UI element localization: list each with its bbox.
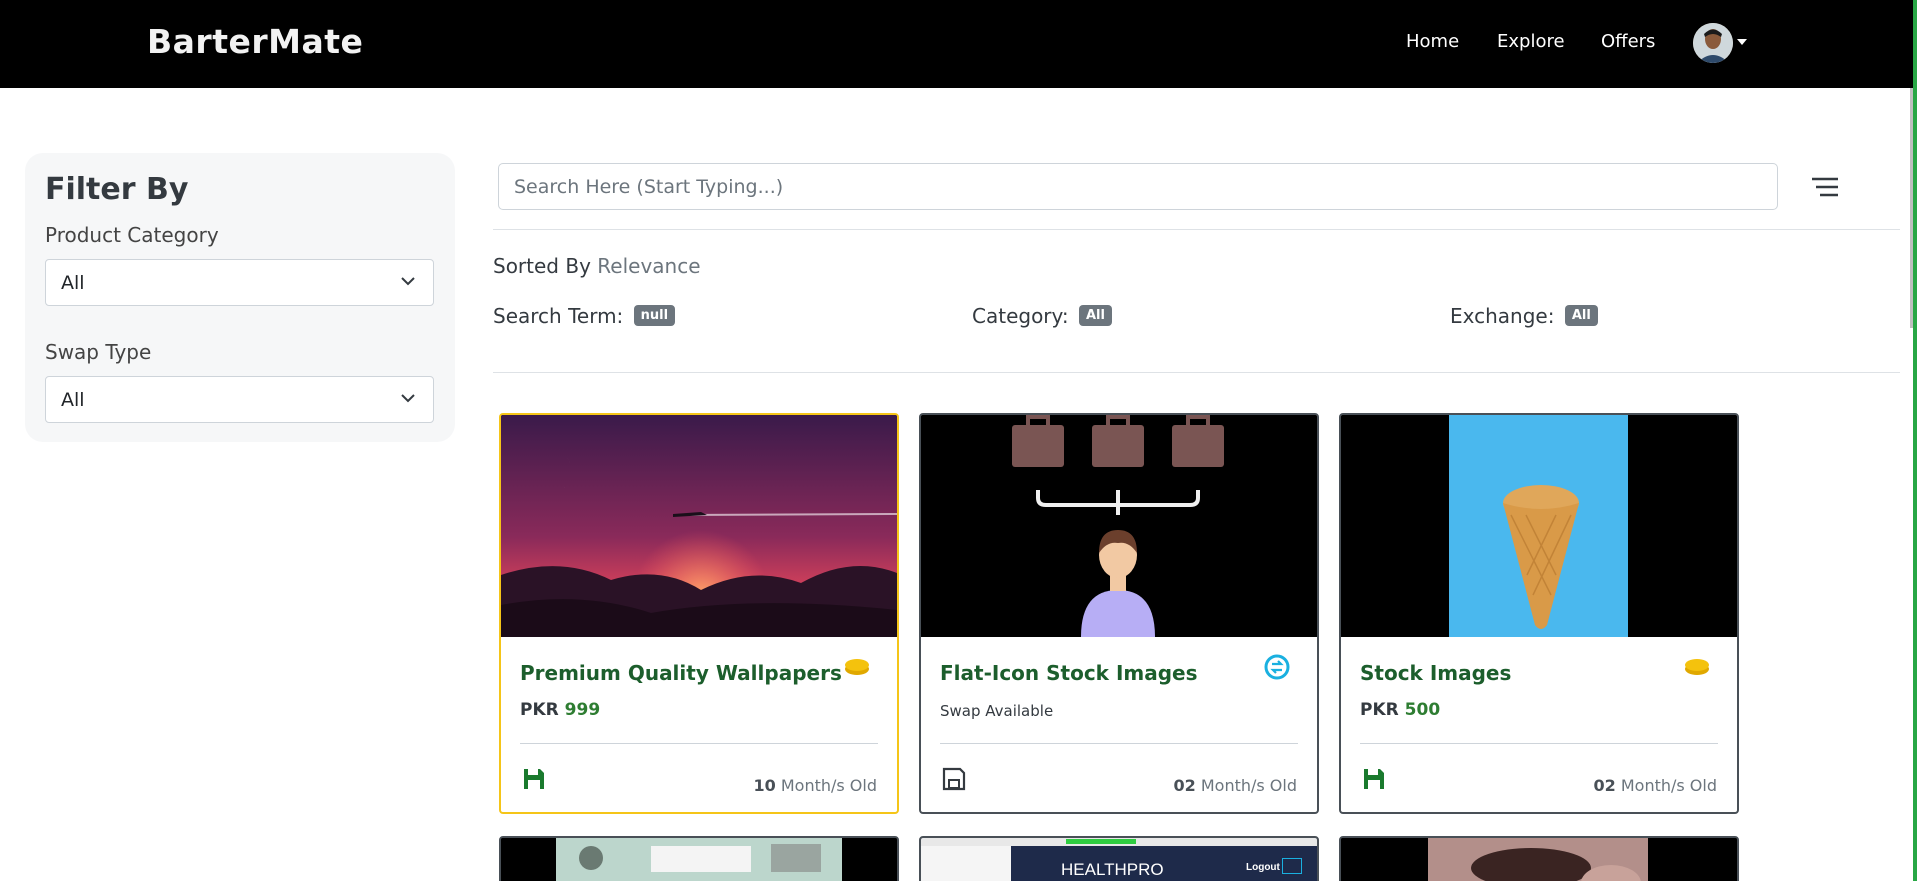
category-info: Category: All <box>972 304 1112 328</box>
divider <box>493 229 1900 230</box>
sort-value: Relevance <box>597 254 701 278</box>
save-icon[interactable] <box>522 767 546 791</box>
age-unit: Month/s Old <box>1200 776 1297 795</box>
product-age: 02 Month/s Old <box>1593 776 1717 795</box>
brand-logo[interactable]: BarterMate <box>147 22 363 61</box>
filter-title: Filter By <box>45 172 189 207</box>
product-image <box>501 838 897 881</box>
search-input[interactable]: Search Here (Start Typing...) <box>498 163 1778 210</box>
product-image <box>1341 838 1737 881</box>
price-value: 999 <box>564 700 601 720</box>
avatar-image <box>1693 23 1733 63</box>
coin-icon <box>1685 659 1709 675</box>
swap-type-label: Swap Type <box>45 340 152 364</box>
avatar[interactable] <box>1693 23 1733 63</box>
age-number: 02 <box>1593 776 1616 795</box>
card-divider <box>520 743 878 744</box>
category-badge: All <box>1079 305 1112 326</box>
navbar: BarterMate Home Explore Offers <box>0 0 1917 88</box>
search-term-badge: null <box>633 305 676 326</box>
product-image <box>921 415 1317 637</box>
page-edge-accent <box>1913 0 1917 881</box>
healthpro-logout: Logout <box>1246 862 1280 873</box>
nav-explore-link[interactable]: Explore <box>1497 31 1565 52</box>
product-category-value: All <box>61 272 85 294</box>
healthpro-logo: HEALTHPRO <box>1061 860 1164 879</box>
product-card[interactable]: Premium Quality Wallpapers PKR 999 10 Mo… <box>499 413 899 814</box>
age-number: 02 <box>1173 776 1196 795</box>
card-divider <box>1360 743 1718 744</box>
product-image <box>501 415 897 637</box>
product-image <box>1341 415 1737 637</box>
scrollbar[interactable] <box>1910 88 1913 328</box>
age-number: 10 <box>753 776 776 795</box>
save-icon[interactable] <box>1362 767 1386 791</box>
product-age: 02 Month/s Old <box>1173 776 1297 795</box>
save-icon[interactable] <box>942 767 966 791</box>
product-age: 10 Month/s Old <box>753 776 877 795</box>
exchange-info: Exchange: All <box>1450 304 1598 328</box>
product-card[interactable] <box>1339 836 1739 881</box>
age-unit: Month/s Old <box>1620 776 1717 795</box>
product-card[interactable] <box>499 836 899 881</box>
nav-home-link[interactable]: Home <box>1406 31 1459 52</box>
price-currency: PKR <box>520 700 559 720</box>
menu-icon[interactable] <box>1806 170 1844 204</box>
product-category-select[interactable]: All <box>45 259 434 306</box>
logout-icon <box>1282 858 1302 874</box>
chevron-down-icon <box>401 394 415 403</box>
age-unit: Month/s Old <box>780 776 877 795</box>
swap-type-value: All <box>61 389 85 411</box>
product-image: HEALTHPRO Logout <box>921 838 1317 881</box>
sort-prefix: Sorted By <box>493 254 591 278</box>
swap-available-text: Swap Available <box>940 702 1054 720</box>
exchange-badge: All <box>1564 305 1598 326</box>
product-card[interactable]: Stock Images PKR 500 02 Month/s Old <box>1339 413 1739 814</box>
product-category-label: Product Category <box>45 223 219 247</box>
product-title[interactable]: Stock Images <box>1360 661 1511 685</box>
product-price: PKR 500 <box>1360 700 1440 720</box>
product-title[interactable]: Flat-Icon Stock Images <box>940 661 1198 685</box>
swap-icon <box>1264 654 1290 680</box>
sort-indicator: Sorted By Relevance <box>493 254 701 278</box>
product-title[interactable]: Premium Quality Wallpapers <box>520 661 842 685</box>
price-value: 500 <box>1404 700 1441 720</box>
product-card[interactable]: HEALTHPRO Logout <box>919 836 1319 881</box>
price-currency: PKR <box>1360 700 1399 720</box>
search-term-label: Search Term: <box>493 304 624 328</box>
coin-icon <box>845 659 869 675</box>
chevron-down-icon <box>401 277 415 286</box>
swap-type-select[interactable]: All <box>45 376 434 423</box>
category-label: Category: <box>972 304 1069 328</box>
product-price: PKR 999 <box>520 700 600 720</box>
search-placeholder: Search Here (Start Typing...) <box>514 176 784 198</box>
nav-offers-link[interactable]: Offers <box>1601 31 1655 52</box>
card-divider <box>940 743 1298 744</box>
product-card[interactable]: Flat-Icon Stock Images Swap Available 02… <box>919 413 1319 814</box>
chevron-down-icon[interactable] <box>1737 39 1747 45</box>
divider <box>493 372 1900 373</box>
exchange-label: Exchange: <box>1450 304 1555 328</box>
search-term-info: Search Term: null <box>493 304 676 328</box>
